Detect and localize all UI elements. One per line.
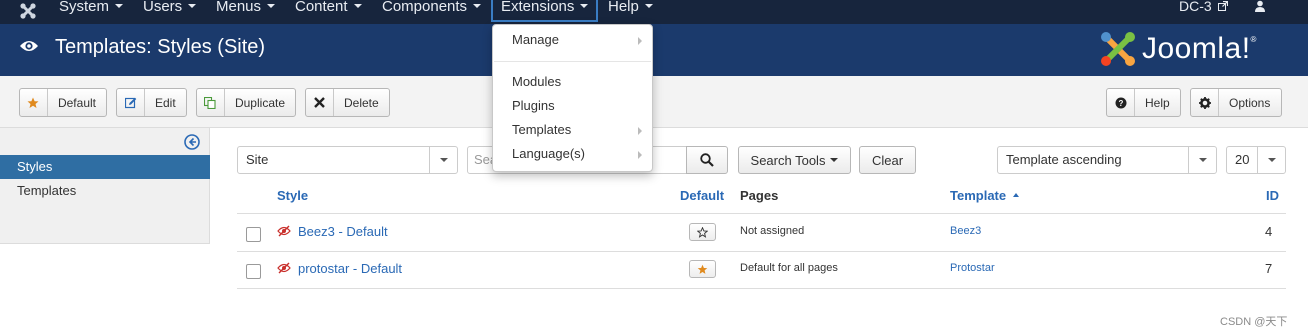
menu-item-modules[interactable]: Modules [493,71,652,93]
gear-icon [1191,89,1219,116]
external-link-icon [1217,0,1228,11]
menu-users[interactable]: Users [143,0,197,22]
menu-item-languages[interactable]: Language(s) [493,143,652,165]
user-menu[interactable] [1254,0,1274,15]
star-icon [697,264,708,274]
id-value: 4 [1265,224,1273,239]
row-checkbox[interactable] [246,227,261,242]
delete-button[interactable]: Delete [305,88,390,117]
brand-registered-mark: ® [1250,34,1257,44]
edit-icon [117,89,145,116]
clear-button[interactable]: Clear [859,146,916,174]
column-header-id[interactable]: ID [1266,188,1279,203]
table-divider [237,251,1286,252]
pages-value: Default for all pages [740,262,838,274]
chevron-down-icon [1257,147,1285,173]
sidebar: Styles Templates [0,128,210,244]
menu-components[interactable]: Components [382,0,482,22]
site-link[interactable]: DC-3 [1179,0,1228,14]
close-icon [306,89,334,116]
star-empty-icon [697,226,708,238]
sidebar-item-styles[interactable]: Styles [0,155,210,179]
column-header-template[interactable]: Template [950,188,1019,203]
collapse-sidebar-icon[interactable] [184,134,200,150]
sort-ascending-icon [1012,192,1019,197]
search-button[interactable] [686,146,728,174]
help-button[interactable]: ? Help [1106,88,1181,117]
column-header-style[interactable]: Style [277,188,308,203]
set-default-button[interactable] [689,223,716,241]
extensions-dropdown-menu: Manage Modules Plugins Templates Languag… [492,24,653,172]
menu-item-manage[interactable]: Manage [493,29,652,51]
menu-item-plugins[interactable]: Plugins [493,95,652,117]
brand-name: Joomla! [1142,32,1251,65]
toolbar: Default Edit Duplicate Delete ? Help Opt… [0,76,1308,128]
star-icon [20,89,48,116]
style-title-link[interactable]: Beez3 - Default [298,224,388,239]
menu-divider [494,61,651,62]
chevron-right-icon [638,37,642,45]
joomla-logo-icon[interactable] [16,0,40,22]
edit-button[interactable]: Edit [116,88,187,117]
client-select[interactable]: Site [237,146,458,174]
search-tools-button[interactable]: Search Tools [738,146,851,174]
search-icon [700,153,714,167]
menu-help[interactable]: Help [608,0,653,22]
table-divider [237,213,1286,214]
default-button[interactable]: Default [19,88,107,117]
template-link[interactable]: Protostar [950,262,995,274]
menu-extensions[interactable]: Extensions [491,0,599,22]
chevron-right-icon [638,127,642,135]
watermark: CSDN @天下 [1220,316,1288,328]
menu-item-templates[interactable]: Templates [493,119,652,141]
chevron-right-icon [638,151,642,159]
svg-text:?: ? [1118,99,1123,108]
duplicate-button[interactable]: Duplicate [196,88,296,117]
question-icon: ? [1107,89,1135,116]
eye-slash-icon [277,225,291,237]
copy-icon [197,89,225,116]
row-checkbox[interactable] [246,264,261,279]
chevron-down-icon [429,147,457,173]
options-button[interactable]: Options [1190,88,1282,117]
eye-slash-icon [277,262,291,274]
top-navbar: System Users Menus Content Components Ex… [0,0,1308,24]
pages-value: Not assigned [740,225,805,237]
menu-content[interactable]: Content [295,0,362,22]
page-header: Templates: Styles (Site) Joomla! ® [0,24,1308,76]
sidebar-item-templates[interactable]: Templates [0,179,210,203]
chevron-down-icon [830,158,839,162]
menu-menus[interactable]: Menus [216,0,276,22]
column-header-pages: Pages [740,188,779,203]
ordering-select[interactable]: Template ascending [997,146,1217,174]
limit-select[interactable]: 20 [1226,146,1286,174]
column-header-default[interactable]: Default [680,188,724,203]
id-value: 7 [1265,261,1273,276]
template-link[interactable]: Beez3 [950,225,981,237]
page-title: Templates: Styles (Site) [55,36,266,58]
style-title-link[interactable]: protostar - Default [298,261,402,276]
user-icon [1255,0,1265,12]
menu-system[interactable]: System [59,0,124,22]
table-divider [237,288,1286,289]
joomla-logo-icon [1101,32,1135,66]
joomla-brand[interactable]: Joomla! ® [1098,29,1256,69]
default-indicator[interactable] [689,260,716,278]
site-name: DC-3 [1179,0,1212,14]
chevron-down-icon [1188,147,1216,173]
eye-icon [20,41,38,51]
